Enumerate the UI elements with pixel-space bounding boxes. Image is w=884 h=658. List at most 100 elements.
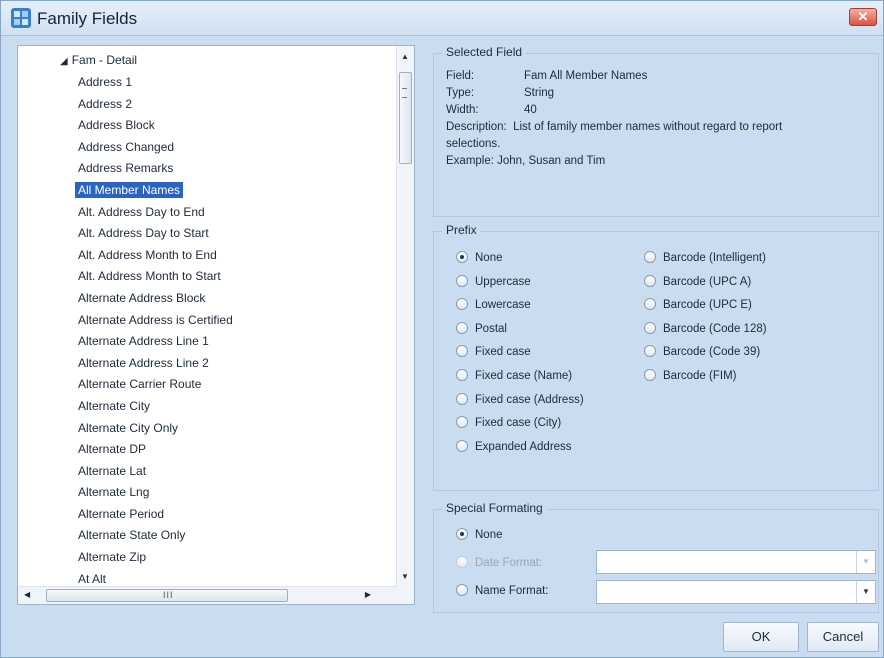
tree-item[interactable]: Address Block: [75, 117, 236, 139]
tree-item[interactable]: Alternate Period: [75, 506, 236, 528]
scroll-up-icon[interactable]: ▲: [401, 52, 409, 61]
vertical-scroll-thumb[interactable]: [399, 72, 412, 164]
type-row: Type: String: [446, 87, 554, 99]
prefix-option-radio[interactable]: Fixed case (Address): [456, 392, 584, 408]
radio-unchecked-icon[interactable]: [456, 439, 468, 452]
prefix-option-radio[interactable]: Expanded Address: [456, 439, 572, 455]
horizontal-scroll-thumb[interactable]: III: [46, 589, 288, 602]
prefix-option-label: Expanded Address: [475, 440, 572, 453]
prefix-option-radio[interactable]: Uppercase: [456, 274, 531, 290]
scroll-down-icon[interactable]: ▼: [401, 572, 409, 581]
radio-checked-icon[interactable]: [456, 528, 468, 540]
prefix-option-radio[interactable]: None: [456, 250, 503, 266]
radio-unchecked-icon[interactable]: [644, 251, 656, 263]
tree-item[interactable]: Alternate Zip: [75, 549, 236, 571]
tree-item[interactable]: Alternate Lat: [75, 463, 236, 485]
radio-unchecked-icon[interactable]: [456, 369, 468, 381]
radio-unchecked-icon[interactable]: [644, 298, 656, 311]
field-tree[interactable]: ◢ Fam - Detail Address 1 Address 2 Address …: [17, 45, 415, 605]
name-format-select[interactable]: ▼: [596, 580, 876, 604]
tree-item-label: Address Changed: [78, 139, 175, 154]
cancel-button[interactable]: Cancel: [807, 622, 879, 652]
tree-item[interactable]: Address 2: [75, 96, 236, 118]
width-row: Width: 40: [446, 104, 537, 116]
field-row: Field: Fam All Member Names: [446, 70, 647, 82]
special-none-label: None: [475, 529, 503, 541]
tree-item[interactable]: Alternate Address Block: [75, 290, 236, 312]
tree-item-label: Alternate Address is Certified: [78, 312, 233, 327]
tree-item[interactable]: Address 1: [75, 74, 236, 96]
tree-item-label: Alternate Period: [78, 506, 165, 521]
radio-unchecked-icon[interactable]: [456, 298, 468, 311]
tree-item[interactable]: All Member Names: [75, 181, 236, 204]
tree-item[interactable]: Alternate Carrier Route: [75, 376, 236, 398]
dropdown-arrow-icon[interactable]: ▼: [856, 551, 875, 573]
prefix-option-radio[interactable]: Barcode (Code 39): [644, 344, 760, 360]
date-format-select[interactable]: ▼: [596, 550, 876, 574]
name-format-radio[interactable]: Name Format:: [456, 583, 549, 599]
title-bar: Family Fields ✕: [1, 1, 883, 36]
tree-item[interactable]: Address Changed: [75, 139, 236, 161]
radio-unchecked-icon[interactable]: [644, 274, 656, 287]
tree-item[interactable]: Alt. Address Month to End: [75, 247, 236, 269]
tree-item[interactable]: Alternate State Only: [75, 527, 236, 549]
special-none-radio[interactable]: None: [456, 527, 503, 543]
horizontal-scrollbar[interactable]: ◀ III ▶: [18, 586, 397, 604]
tree-item[interactable]: Alternate Lng: [75, 484, 236, 506]
prefix-option-radio[interactable]: Fixed case: [456, 344, 531, 360]
radio-unchecked-icon[interactable]: [644, 345, 656, 358]
radio-unchecked-icon[interactable]: [456, 345, 468, 358]
close-icon[interactable]: ✕: [849, 8, 877, 26]
window-title: Family Fields: [37, 9, 138, 28]
prefix-option-radio[interactable]: Fixed case (City): [456, 415, 561, 431]
tree-item[interactable]: Alternate City Only: [75, 420, 236, 442]
radio-unchecked-icon[interactable]: [456, 556, 468, 568]
radio-checked-icon[interactable]: [456, 251, 468, 263]
tree-item[interactable]: Alternate Address Line 1: [75, 333, 236, 355]
prefix-option-radio[interactable]: Fixed case (Name): [456, 368, 572, 384]
prefix-option-radio[interactable]: Barcode (UPC E): [644, 297, 752, 313]
prefix-option-label: Barcode (Intelligent): [663, 252, 766, 264]
tree-item-label: Alternate Address Block: [78, 290, 206, 305]
radio-unchecked-icon[interactable]: [644, 321, 656, 334]
tree-item[interactable]: Address Remarks: [75, 160, 236, 182]
tree-item-label: Alternate Lat: [78, 463, 147, 478]
prefix-option-radio[interactable]: Postal: [456, 321, 507, 337]
tree-item[interactable]: Alternate DP: [75, 441, 236, 463]
prefix-option-label: Barcode (Code 39): [663, 346, 761, 359]
tree-item[interactable]: Alternate Address is Certified: [75, 312, 236, 334]
radio-unchecked-icon[interactable]: [456, 274, 468, 287]
prefix-option-radio[interactable]: Barcode (Code 128): [644, 321, 767, 337]
tree-item[interactable]: Alt. Address Day to Start: [75, 225, 236, 247]
radio-unchecked-icon[interactable]: [644, 369, 656, 381]
prefix-option-radio[interactable]: Barcode (FIM): [644, 368, 737, 384]
prefix-option-radio[interactable]: Barcode (UPC A): [644, 274, 751, 290]
tree-item-label: Address 2: [78, 96, 133, 111]
tree-item-label: Address Block: [78, 118, 155, 133]
prefix-option-label: Postal: [475, 322, 507, 335]
tree-item[interactable]: Alt. Address Day to End: [75, 204, 236, 226]
radio-unchecked-icon[interactable]: [456, 416, 468, 429]
expand-arrow-icon[interactable]: ◢: [60, 53, 68, 70]
prefix-option-label: None: [475, 252, 503, 264]
scroll-right-icon[interactable]: ▶: [365, 590, 371, 599]
tree-item[interactable]: Alternate City: [75, 398, 236, 420]
tree-item-label: Alternate Address Line 2: [78, 355, 209, 370]
radio-unchecked-icon[interactable]: [456, 392, 468, 405]
prefix-option-label: Fixed case (City): [475, 417, 562, 430]
prefix-option-radio[interactable]: Barcode (Intelligent): [644, 250, 766, 266]
ok-button[interactable]: OK: [723, 622, 799, 652]
tree-item-label: Alternate City: [78, 398, 151, 413]
radio-unchecked-icon[interactable]: [456, 321, 468, 334]
date-format-radio[interactable]: Date Format:: [456, 555, 542, 571]
tree-item-label: Alt. Address Day to End: [78, 204, 205, 219]
prefix-option-radio[interactable]: Lowercase: [456, 297, 531, 313]
vertical-scrollbar[interactable]: ▲ ▼: [396, 46, 414, 587]
dropdown-arrow-icon[interactable]: ▼: [856, 581, 875, 603]
tree-root-node[interactable]: ◢ Fam - Detail: [60, 52, 137, 69]
scroll-left-icon[interactable]: ◀: [24, 590, 30, 599]
radio-unchecked-icon[interactable]: [456, 584, 468, 596]
tree-item[interactable]: Alt. Address Month to Start: [75, 268, 236, 290]
prefix-option-label: Barcode (Code 128): [663, 322, 767, 335]
tree-item[interactable]: Alternate Address Line 2: [75, 355, 236, 377]
